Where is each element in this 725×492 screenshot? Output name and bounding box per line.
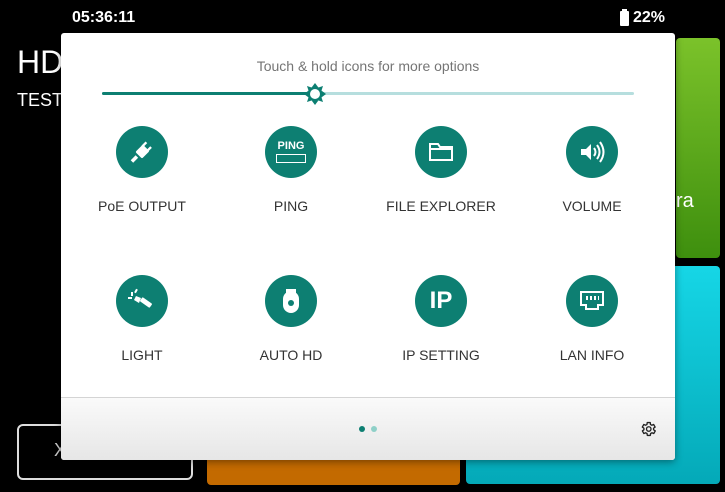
tile-poe-output[interactable]: PoE OUTPUT (67, 126, 217, 214)
panel-footer (61, 397, 675, 460)
tile-volume[interactable]: VOLUME (517, 126, 667, 214)
ping-icon: PING (265, 126, 317, 178)
ip-icon: IP (415, 275, 467, 327)
speaker-icon (566, 126, 618, 178)
tile-lan-info[interactable]: LAN INFO (517, 275, 667, 363)
tile-label: LAN INFO (559, 347, 625, 363)
tile-label: FILE EXPLORER (386, 198, 496, 214)
tile-label: VOLUME (562, 198, 622, 214)
page-dot[interactable] (371, 426, 377, 432)
page-indicator (359, 426, 377, 432)
tile-label: PoE OUTPUT (98, 198, 186, 214)
status-bar: 05:36:11 22% (0, 0, 725, 34)
ping-icon-text: PING (277, 140, 305, 152)
battery-icon (619, 8, 629, 26)
brightness-slider[interactable] (102, 82, 634, 106)
quick-settings-panel: Touch & hold icons for more options PoE … (61, 33, 675, 460)
clock: 05:36:11 (72, 9, 136, 26)
folder-icon (415, 126, 467, 178)
tile-label: LIGHT (121, 347, 163, 363)
tile-ping[interactable]: PING PING (216, 126, 366, 214)
background-subtitle: TEST (17, 90, 64, 110)
ip-icon-text: IP (429, 287, 453, 314)
background-title: HD (17, 44, 64, 80)
hint-text: Touch & hold icons for more options (256, 58, 480, 74)
background-green-tile-label: ra (676, 190, 694, 212)
page-dot[interactable] (359, 426, 365, 432)
plug-icon (116, 126, 168, 178)
tile-ip-setting[interactable]: IP IP SETTING (366, 275, 516, 363)
background-green-tile[interactable] (676, 38, 720, 258)
tile-file-explorer[interactable]: FILE EXPLORER (366, 126, 516, 214)
brightness-thumb-icon[interactable] (303, 82, 327, 106)
gear-icon[interactable] (639, 420, 657, 438)
slider-fill (102, 92, 315, 95)
battery-status: 22% (619, 8, 665, 27)
tile-label: PING (273, 198, 309, 214)
lan-port-icon (566, 275, 618, 327)
flashlight-icon (116, 275, 168, 327)
tile-light[interactable]: LIGHT (67, 275, 217, 363)
tile-label: AUTO HD (259, 347, 323, 363)
dome-camera-icon (265, 275, 317, 327)
tile-label: IP SETTING (402, 347, 480, 363)
tile-auto-hd[interactable]: AUTO HD (216, 275, 366, 363)
battery-percent: 22% (632, 9, 665, 26)
